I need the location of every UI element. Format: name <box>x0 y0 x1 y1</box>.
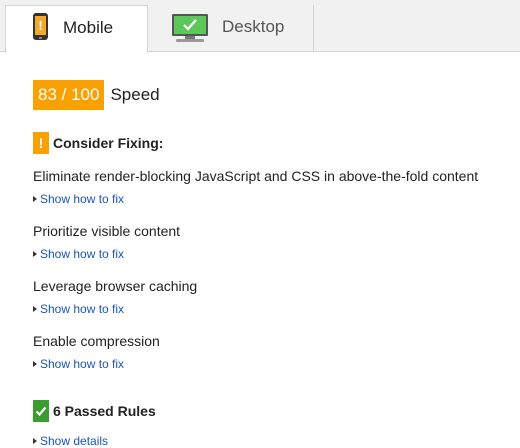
tab-bar: ! Mobile Desktop <box>0 0 520 53</box>
show-details-label: Show details <box>40 434 109 448</box>
score-row: 83 / 100 Speed <box>33 80 160 110</box>
mobile-phone-icon: ! <box>33 13 48 40</box>
show-how-to-fix-label: Show how to fix <box>40 247 125 261</box>
expand-triangle-icon <box>33 251 37 257</box>
tab-mobile[interactable]: ! Mobile <box>5 5 148 53</box>
expand-triangle-icon <box>33 361 37 367</box>
rule-title: Prioritize visible content <box>33 223 181 239</box>
show-how-to-fix-label: Show how to fix <box>40 357 125 371</box>
rule-title: Enable compression <box>33 333 160 349</box>
expand-triangle-icon <box>33 196 37 202</box>
show-how-to-fix-link[interactable]: Show how to fix <box>33 302 124 316</box>
rule-title: Leverage browser caching <box>33 278 198 294</box>
passed-rules-heading: 6 Passed Rules <box>53 403 156 419</box>
warning-icon: ! <box>33 132 49 154</box>
tab-mobile-label: Mobile <box>63 18 114 37</box>
score-badge: 83 / 100 <box>33 80 105 110</box>
desktop-monitor-icon <box>172 14 208 42</box>
rule-title: Eliminate render-blocking JavaScript and… <box>33 168 479 184</box>
expand-triangle-icon <box>33 438 37 444</box>
expand-triangle-icon <box>33 306 37 312</box>
consider-fixing-heading: Consider Fixing: <box>53 135 164 151</box>
check-icon <box>33 400 49 422</box>
consider-fixing-heading-row: ! Consider Fixing: <box>33 132 163 154</box>
show-how-to-fix-link[interactable]: Show how to fix <box>33 247 124 261</box>
show-how-to-fix-link[interactable]: Show how to fix <box>33 192 124 206</box>
show-details-link[interactable]: Show details <box>33 434 108 448</box>
tab-desktop-label: Desktop <box>222 17 285 36</box>
show-how-to-fix-link[interactable]: Show how to fix <box>33 357 124 371</box>
score-label: Speed <box>110 85 160 104</box>
show-how-to-fix-label: Show how to fix <box>40 302 125 316</box>
show-how-to-fix-label: Show how to fix <box>40 192 125 206</box>
passed-rules-heading-row: 6 Passed Rules <box>33 400 156 422</box>
tab-desktop[interactable]: Desktop <box>148 5 314 52</box>
